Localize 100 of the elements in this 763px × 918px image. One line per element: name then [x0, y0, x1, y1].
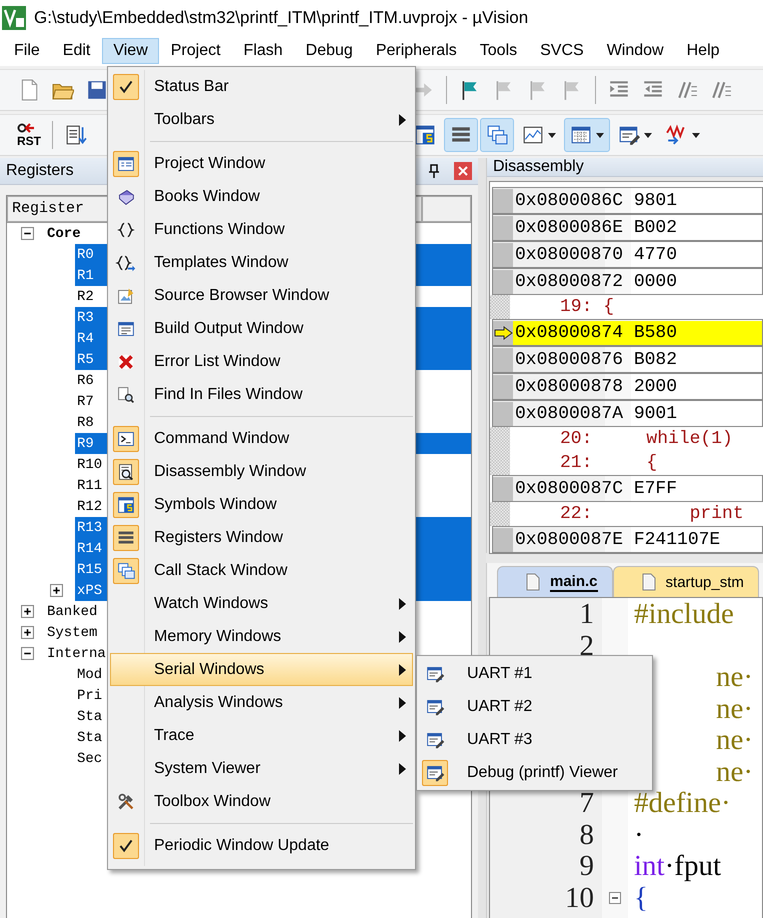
menu-item[interactable]: UART #2 [419, 690, 650, 723]
line-number: 10 [565, 882, 594, 914]
menu-item[interactable]: Tools [468, 38, 528, 64]
gutter-cell [493, 243, 513, 267]
submenu-arrow-icon [399, 664, 406, 676]
window-title: G:\study\Embedded\stm32\printf_ITM\printf_ITM.uvprojx - µVision [34, 8, 528, 28]
gutter-cell [493, 528, 513, 552]
gutter-cell [493, 270, 513, 294]
reset-button[interactable]: RST [12, 123, 46, 147]
caret-icon [692, 132, 700, 138]
gutter-cell [490, 427, 510, 451]
stacked-windows-icon [486, 124, 508, 146]
submenu-arrow-icon [399, 762, 406, 774]
menu-item[interactable]: Trace [110, 719, 413, 752]
menu-item[interactable]: Periodic Window Update [110, 829, 413, 862]
toolbar-button[interactable] [480, 118, 514, 152]
disassembly-line: 0x0800087C E7FF [514, 478, 678, 501]
line-number: 7 [580, 787, 594, 819]
code-line: #define· [633, 787, 731, 820]
code-line: int·fput [633, 850, 721, 884]
menu-item[interactable]: Project Window [110, 147, 413, 180]
code-line: ne· [715, 661, 754, 694]
menu-item[interactable]: Command Window [110, 422, 413, 455]
expand-icon[interactable] [50, 584, 63, 597]
menu-item[interactable]: Memory Windows [110, 620, 413, 653]
menu-item[interactable]: Templates Window [110, 246, 413, 279]
symbols-icon [414, 124, 436, 146]
disassembly-line: 22: print [559, 503, 744, 526]
menu-item[interactable]: Disassembly Window [110, 455, 413, 488]
menu-item[interactable]: Symbols Window [110, 488, 413, 521]
gutter-cell [493, 477, 513, 501]
menu-item[interactable]: SVCS [529, 38, 595, 64]
line-number: 1 [580, 598, 594, 630]
submenu-arrow-icon [399, 696, 406, 708]
panel-title: Disassembly [493, 158, 584, 176]
menu-item[interactable]: Peripherals [364, 38, 468, 64]
code-line: #include [633, 598, 734, 632]
toolbar-button[interactable] [564, 118, 610, 152]
menu-item[interactable]: Find In Files Window [110, 378, 413, 411]
menu-item[interactable]: Build Output Window [110, 312, 413, 345]
menu-item[interactable]: Debug [294, 38, 364, 64]
menu-item[interactable]: Toolbars [110, 103, 413, 136]
code-line: ne· [715, 692, 754, 726]
menu-item[interactable]: Project [160, 38, 232, 64]
gutter-cell [493, 189, 513, 213]
menu-item[interactable]: Help [676, 38, 731, 64]
gutter-cell [490, 451, 510, 475]
menu-item[interactable]: System Viewer [110, 752, 413, 785]
menu-item[interactable]: Registers Window [110, 521, 413, 554]
menu-item[interactable]: Flash [232, 38, 294, 64]
submenu-arrow-icon [399, 598, 406, 610]
disassembly-line: 0x08000878 2000 [514, 376, 678, 399]
menu-item[interactable]: Error List Window [110, 345, 413, 378]
chart-window-icon [522, 124, 544, 146]
submenu-arrow-icon [399, 730, 406, 742]
expand-icon[interactable] [21, 605, 34, 618]
collapse-icon[interactable] [21, 227, 34, 240]
submenu-arrow-icon [399, 114, 406, 126]
disassembly-line: 21: { [559, 452, 658, 475]
menu-item[interactable]: UART #3 [419, 723, 650, 756]
panel-title: Registers [6, 162, 74, 180]
gutter-cell [493, 375, 513, 399]
file-tab[interactable]: startup_stm [612, 566, 759, 597]
pin-icon[interactable] [428, 164, 440, 178]
disassembly-line: 0x0800087A 9001 [514, 403, 678, 426]
current-line-arrow-icon [494, 326, 514, 340]
menu-item[interactable]: Serial Windows [110, 653, 413, 686]
menu-item[interactable]: Source Browser Window [110, 279, 413, 312]
menu-item[interactable]: File [3, 38, 51, 64]
menu-item[interactable]: Books Window [110, 180, 413, 213]
menu-item[interactable]: Window [596, 38, 675, 64]
window-pen-icon [618, 124, 640, 146]
menu-item[interactable]: Debug (printf) Viewer [419, 756, 650, 789]
toolbar-button[interactable] [444, 118, 478, 152]
disassembly-line: 0x08000872 0000 [514, 271, 678, 294]
code-line: { [633, 882, 648, 915]
disassembly-line: 0x0800086E B002 [514, 217, 678, 240]
menu-item[interactable]: Toolbox Window [110, 785, 413, 818]
close-icon[interactable] [454, 162, 472, 180]
file-icon [526, 573, 540, 591]
gutter-cell [490, 295, 510, 319]
disassembly-line: 19: { [559, 296, 614, 319]
expand-icon[interactable] [21, 626, 34, 639]
disassembly-line: 0x0800087E F241107E [514, 529, 720, 552]
menu-item[interactable]: Call Stack Window [110, 554, 413, 587]
gutter-cell [493, 402, 513, 426]
submenu-arrow-icon [399, 630, 406, 642]
gutter-cell [493, 216, 513, 240]
disassembly-line: 0x0800086C 9801 [514, 190, 678, 213]
menu-item[interactable]: Functions Window [110, 213, 413, 246]
menu-item[interactable]: Edit [52, 38, 102, 64]
menu-item[interactable]: Analysis Windows [110, 686, 413, 719]
file-tab[interactable]: main.c [497, 566, 613, 597]
code-line: · [633, 818, 644, 852]
menu-item[interactable]: View [102, 38, 159, 64]
menu-item[interactable]: Watch Windows [110, 587, 413, 620]
disassembly-line: 0x08000870 4770 [514, 244, 678, 267]
line-number: 9 [580, 850, 594, 882]
fold-icon[interactable] [609, 892, 621, 904]
collapse-icon[interactable] [21, 647, 34, 660]
